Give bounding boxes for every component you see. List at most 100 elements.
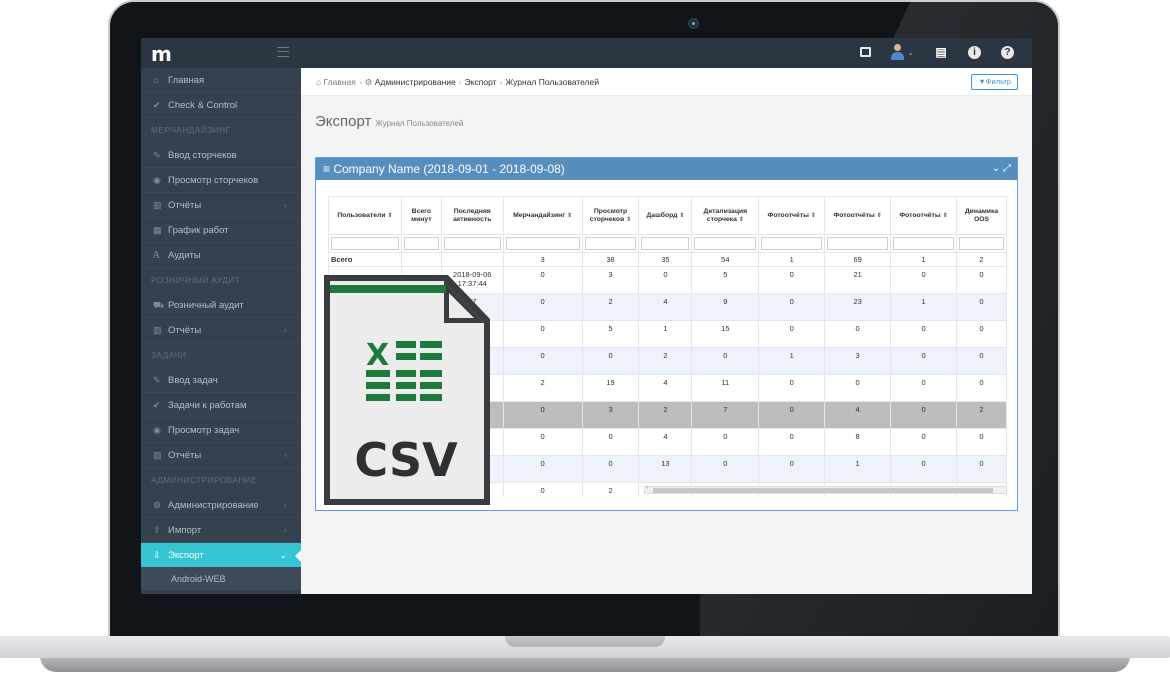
table-cell <box>400 252 442 267</box>
sidebar-item-retail-audit[interactable]: ⛟ Розничный аудит <box>141 293 301 318</box>
chevron-left-icon: ‹ <box>284 500 287 510</box>
scroll-left-icon[interactable]: ‹ <box>646 485 648 491</box>
sidebar-item-schedule[interactable]: ▦ График работ <box>141 218 301 243</box>
column-filter-input[interactable] <box>641 237 690 250</box>
column-filter-input[interactable] <box>827 237 889 250</box>
table-cell: 3 <box>502 252 583 267</box>
column-header[interactable]: Дашборд ⇕ <box>638 196 693 235</box>
column-header[interactable]: Фотоотчёты ⇕ <box>758 196 826 235</box>
column-filter-input[interactable] <box>761 237 823 250</box>
column-filter-input[interactable] <box>584 237 637 250</box>
window-icon[interactable] <box>860 47 872 57</box>
portlet-title-bar: ≡ Company Name (2018-09-01 - 2018-09-08)… <box>316 158 1017 180</box>
breadcrumb-export[interactable]: Экспорт <box>465 77 497 87</box>
total-row: Всего 3 38 35 54 1 69 1 2 <box>328 252 1007 267</box>
column-header[interactable]: Детализация сторчека ⇕ <box>691 196 760 235</box>
font-icon: A <box>153 251 160 261</box>
column-filter-input[interactable] <box>331 237 399 250</box>
table-cell: 0 <box>890 347 957 375</box>
sort-icon[interactable]: ⇕ <box>679 213 684 219</box>
sidebar-item-reports-2[interactable]: ▥ Отчёты ‹ <box>141 318 301 343</box>
scroll-thumb[interactable] <box>653 488 993 493</box>
column-header[interactable]: Фотоотчёты ⇕ <box>890 196 957 235</box>
fullscreen-icon[interactable]: ⤢ <box>1003 163 1011 174</box>
column-filter-input[interactable] <box>694 237 757 250</box>
sort-icon[interactable]: ⇕ <box>811 213 816 219</box>
table-cell: 0 <box>758 266 826 294</box>
sidebar-subitem-android-web[interactable]: Android-WEB <box>141 568 301 590</box>
column-filter-input[interactable] <box>959 237 1004 250</box>
column-filter-input[interactable] <box>505 237 580 250</box>
app-screen: m ⌄ ▤ i ? ⌂ Главная ✔ Check & Control МЕРЧ… <box>141 38 1032 594</box>
column-header[interactable]: Последняя активность <box>440 196 504 235</box>
column-header[interactable]: Всего минут <box>400 196 442 235</box>
sidebar-item-view-tasks[interactable]: ◉ Просмотр задач <box>141 418 301 443</box>
chevron-down-icon: ⌄ <box>907 47 914 57</box>
sort-icon[interactable]: ⇕ <box>388 213 393 219</box>
menu-toggle-icon[interactable] <box>277 47 289 57</box>
table-cell: 11 <box>691 374 760 402</box>
table-cell: 2 <box>956 401 1007 429</box>
sidebar-item-view-storchecks[interactable]: ◉ Просмотр сторчеков <box>141 168 301 193</box>
sort-icon[interactable]: ⇕ <box>877 213 882 219</box>
upload-icon: ⇪ <box>153 525 161 535</box>
sidebar-item-audits[interactable]: A Аудиты <box>141 243 301 268</box>
sidebar-item-administration[interactable]: ⚙ Администрирование ‹ <box>141 493 301 518</box>
eye-icon: ◉ <box>153 425 161 435</box>
sidebar-item-reports[interactable]: ▥ Отчёты ‹ <box>141 193 301 218</box>
table-cell: 0 <box>581 455 640 483</box>
horizontal-scrollbar[interactable]: ‹ <box>644 485 1007 494</box>
collapse-icon[interactable]: ⌄ <box>992 163 1000 174</box>
breadcrumb-admin[interactable]: Администрирование <box>375 77 456 87</box>
table-cell: 0 <box>502 482 583 496</box>
sort-icon[interactable]: ⇕ <box>567 213 572 219</box>
table-cell: 0 <box>956 347 1007 375</box>
sidebar-item-tasks-to-works[interactable]: ✔ Задачи к работам <box>141 393 301 418</box>
column-header[interactable]: Фотоотчёты ⇕ <box>824 196 892 235</box>
table-cell: 35 <box>638 252 693 267</box>
table-cell: 2 <box>638 401 693 429</box>
youtube-icon[interactable]: ▤ <box>934 45 948 59</box>
table-cell: 0 <box>691 428 760 456</box>
table-cell: 54 <box>691 252 760 267</box>
user-menu[interactable]: ⌄ <box>891 44 914 60</box>
table-cell: 0 <box>890 428 957 456</box>
table-cell: 0 <box>758 293 826 321</box>
column-filter-input[interactable] <box>403 237 439 250</box>
table-cell: 2 <box>502 374 583 402</box>
sidebar-item-import[interactable]: ⇪ Импорт ‹ <box>141 518 301 543</box>
check-icon: ✔ <box>153 100 161 110</box>
column-header[interactable]: Мерчандайзинг ⇕ <box>502 196 583 235</box>
table-cell: 0 <box>956 374 1007 402</box>
info-icon[interactable]: i <box>968 45 981 59</box>
column-header[interactable]: Просмотр сторчеков ⇕ <box>581 196 640 235</box>
table-cell: 0 <box>502 320 583 348</box>
column-header[interactable]: Динамика OOS <box>956 196 1007 235</box>
column-filter-input[interactable] <box>893 237 954 250</box>
breadcrumb-home[interactable]: Главная <box>324 77 356 87</box>
sort-icon[interactable]: ⇕ <box>943 213 948 219</box>
table-cell: 0 <box>691 347 760 375</box>
home-icon: ⌂ <box>316 77 324 87</box>
column-header[interactable]: Пользователи ⇕ <box>328 196 402 235</box>
chevron-down-icon: ⌄ <box>279 550 287 560</box>
table-cell: 15 <box>691 320 760 348</box>
table-cell: 23 <box>824 293 892 321</box>
laptop-base <box>0 636 1170 673</box>
sidebar-header-retail: РОЗНИЧНЫЙ АУДИТ <box>151 275 241 285</box>
sort-icon[interactable]: ⇕ <box>626 217 631 223</box>
breadcrumb-bar: ⌂ Главная › ⚙ Администрирование › Экспорт › Жу… <box>301 68 1032 96</box>
logo[interactable]: m <box>151 42 172 66</box>
sidebar-item-enter-tasks[interactable]: ✎ Ввод задач <box>141 368 301 393</box>
sidebar-item-check-control[interactable]: ✔ Check & Control <box>141 93 301 118</box>
filter-button[interactable]: ▼Фильтр <box>971 74 1018 90</box>
sidebar-item-home[interactable]: ⌂ Главная <box>141 68 301 93</box>
sidebar-item-enter-storchecks[interactable]: ✎ Ввод сторчеков <box>141 143 301 168</box>
sidebar-item-export[interactable]: ⇩ Экспорт ⌄ <box>141 543 302 568</box>
portlet-title: Company Name (2018-09-01 - 2018-09-08) <box>333 162 565 176</box>
help-icon[interactable]: ? <box>1001 45 1014 59</box>
column-filter-input[interactable] <box>443 237 501 250</box>
sidebar-item-reports-3[interactable]: ▥ Отчёты ‹ <box>141 443 301 468</box>
download-icon: ⇩ <box>153 550 161 560</box>
sort-icon[interactable]: ⇕ <box>739 217 744 223</box>
